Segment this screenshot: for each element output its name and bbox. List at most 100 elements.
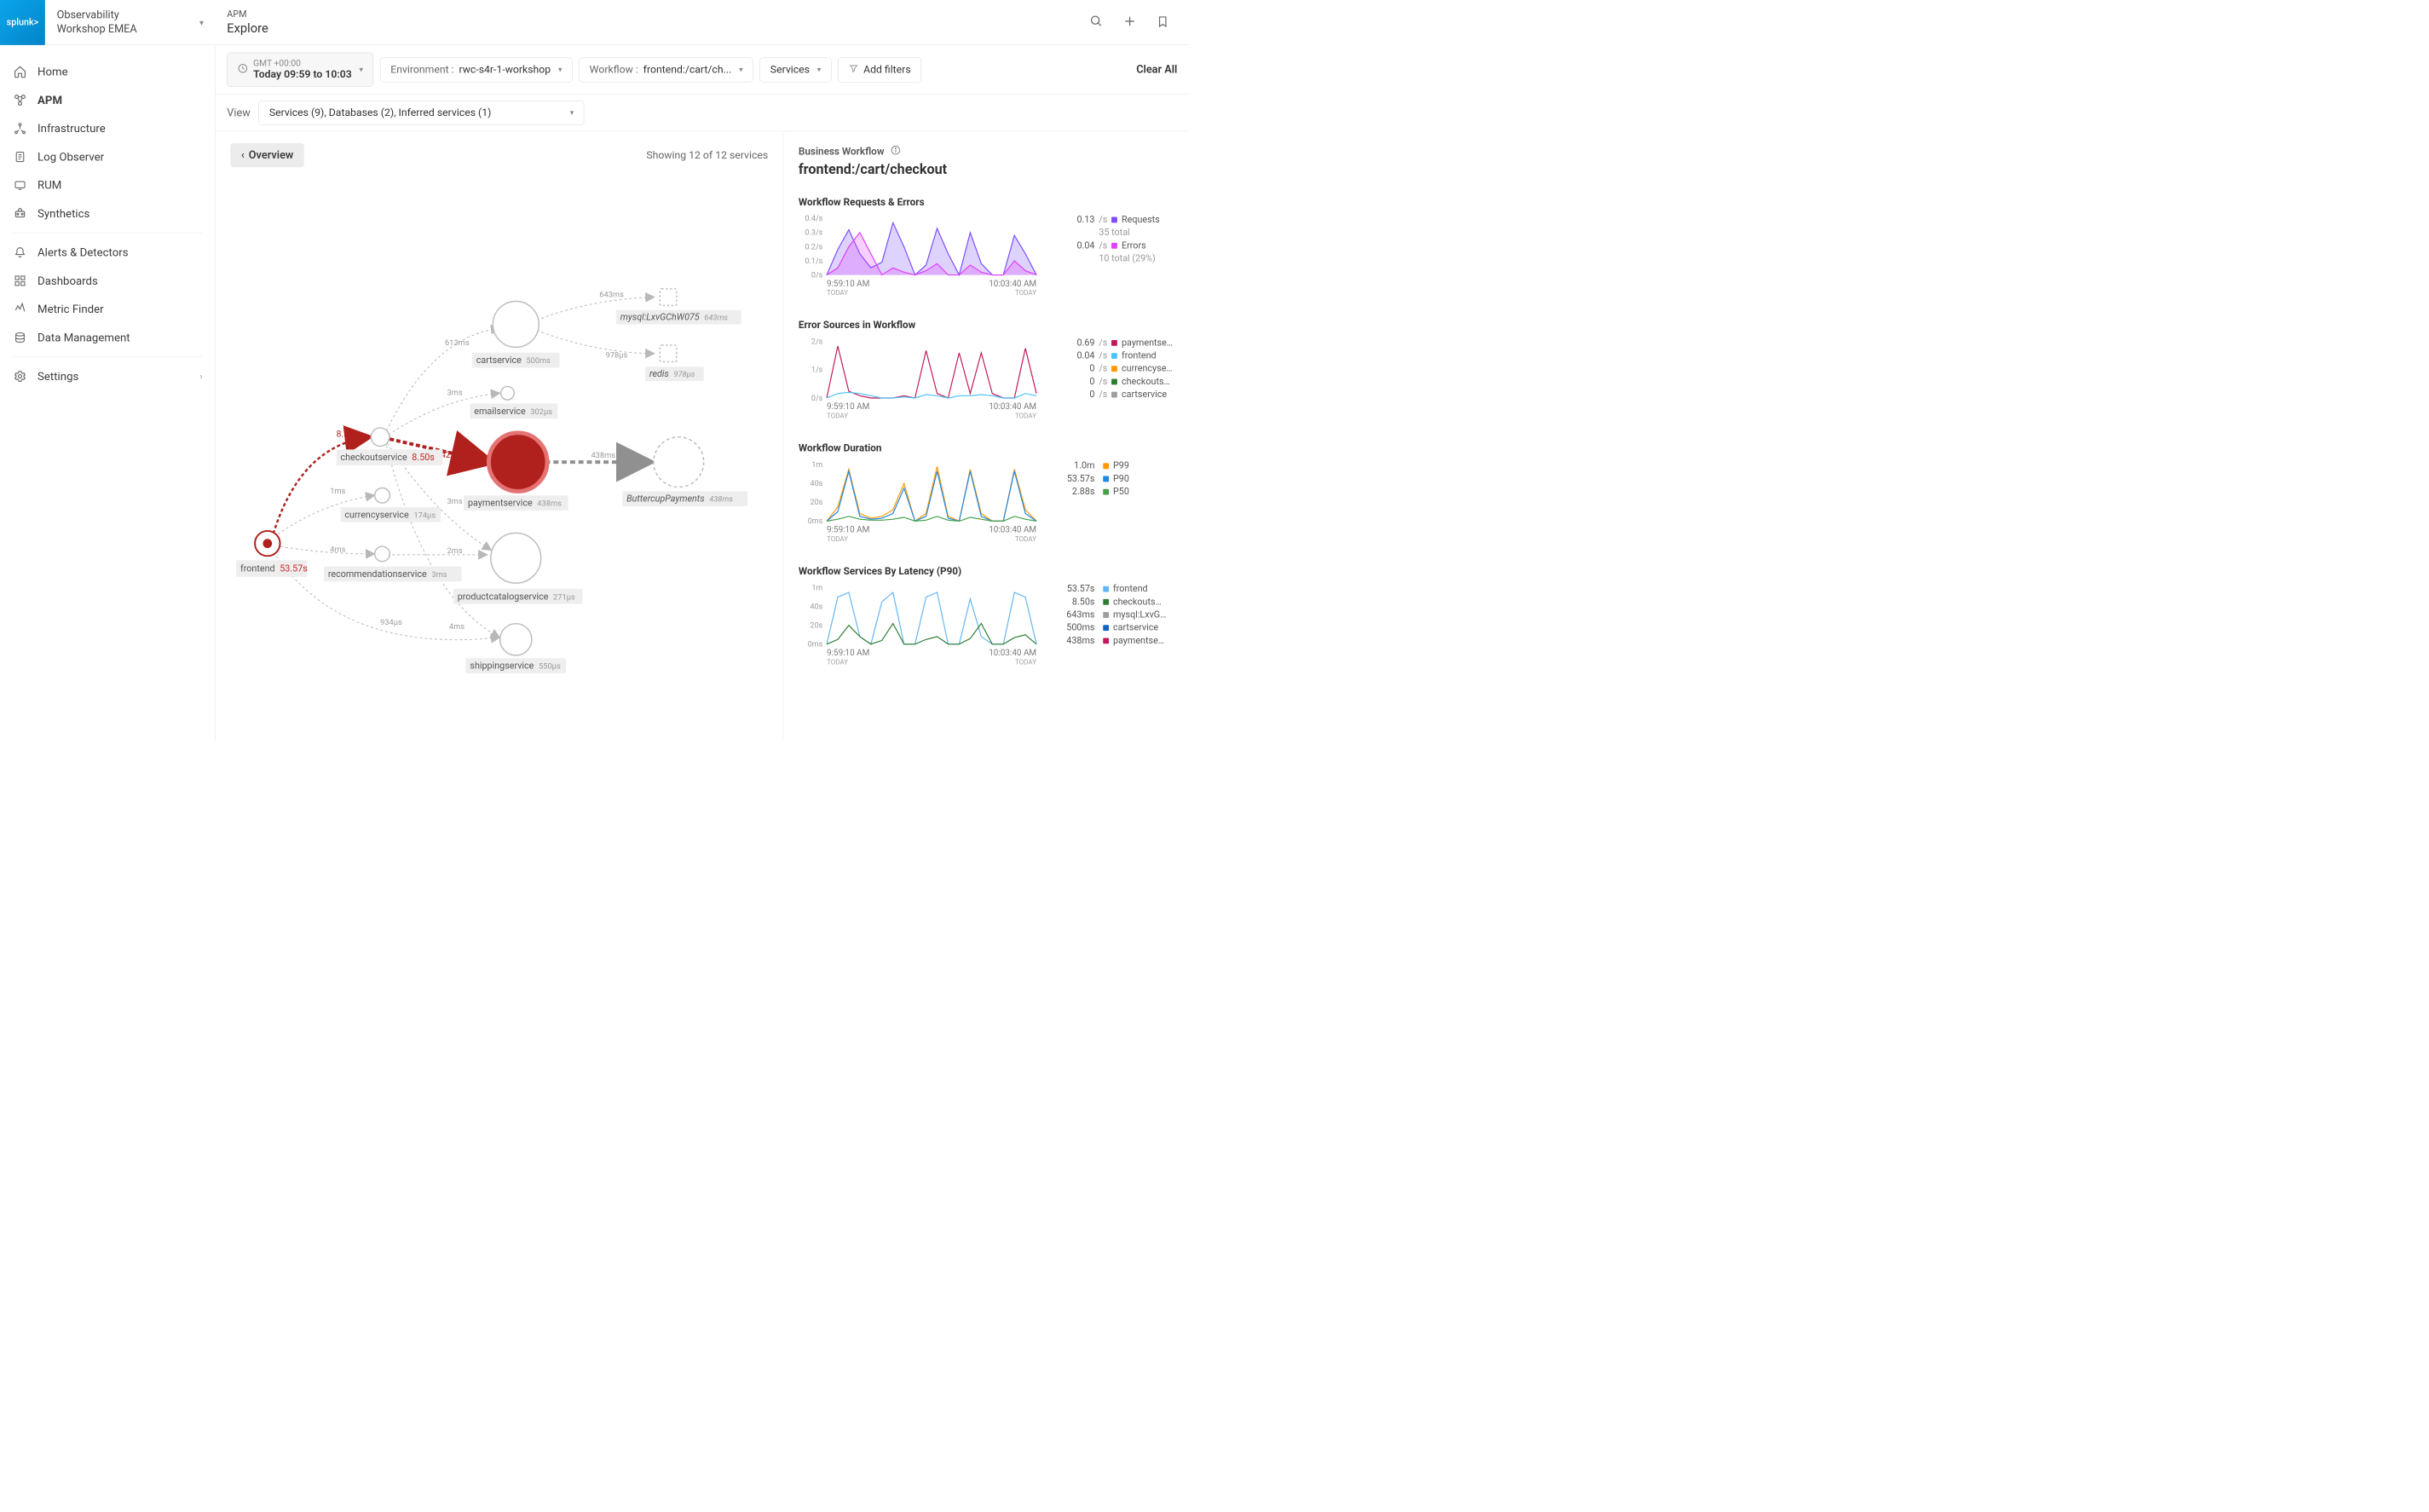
svg-text:frontend 53.57s: frontend 53.57s — [240, 563, 308, 574]
search-icon[interactable] — [1090, 14, 1104, 31]
svg-text:425ms: 425ms — [441, 449, 468, 460]
svg-text:0.2/s: 0.2/s — [805, 243, 822, 251]
sidebar-item-log-observer[interactable]: Log Observer — [0, 142, 215, 170]
chart-title: Workflow Duration — [799, 442, 1174, 454]
svg-text:ButtercupPayments 438ms: ButtercupPayments 438ms — [626, 493, 733, 505]
log-icon — [13, 149, 28, 164]
legend-item: 0.04/sfrontend — [1049, 350, 1174, 361]
chevron-down-icon: ▾ — [817, 66, 821, 74]
dash-icon — [13, 274, 28, 289]
sidebar-item-synthetics[interactable]: Synthetics — [0, 199, 215, 228]
workspace-switcher[interactable]: Observability Workshop EMEA ▾ — [45, 9, 216, 37]
sidebar-item-rum[interactable]: RUM — [0, 171, 215, 199]
service-map-pane: ‹ Overview Showing 12 of 12 services — [216, 131, 784, 740]
chevron-left-icon: ‹ — [241, 149, 245, 162]
legend-item: 0/scheckouts… — [1049, 377, 1174, 387]
svg-text:TODAY: TODAY — [1015, 289, 1036, 297]
metric-icon — [13, 302, 28, 317]
svg-text:TODAY: TODAY — [827, 658, 848, 666]
chart-legend: 0.13/sRequests35 total0.04/sErrors10 tot… — [1049, 215, 1174, 301]
sidebar-item-home[interactable]: Home — [0, 58, 215, 86]
legend-item: 53.57sfrontend — [1049, 584, 1174, 594]
sidebar-item-label: Home — [38, 65, 68, 78]
plus-icon[interactable] — [1123, 14, 1137, 31]
svg-text:3ms: 3ms — [447, 497, 462, 506]
info-icon[interactable] — [890, 145, 901, 159]
apm-icon — [13, 93, 28, 108]
sidebar-item-apm[interactable]: APM — [0, 86, 215, 114]
sidebar-item-label: Log Observer — [38, 150, 104, 164]
filter-services[interactable]: Services ▾ — [760, 57, 832, 82]
clear-all-button[interactable]: Clear All — [1136, 63, 1177, 76]
svg-text:TODAY: TODAY — [1015, 535, 1036, 543]
svg-text:10:03:40 AM: 10:03:40 AM — [989, 649, 1036, 658]
sidebar-item-label: Data Management — [38, 331, 130, 344]
sidebar-item-alerts-detectors[interactable]: Alerts & Detectors — [0, 239, 215, 267]
svg-text:10:03:40 AM: 10:03:40 AM — [989, 280, 1036, 289]
svg-text:TODAY: TODAY — [1015, 658, 1036, 666]
view-selector[interactable]: Services (9), Databases (2), Inferred se… — [259, 101, 585, 125]
rum-icon — [13, 178, 28, 193]
filter-environment[interactable]: Environment : rwc-s4r-1-workshop ▾ — [380, 57, 573, 82]
svg-text:TODAY: TODAY — [827, 535, 848, 543]
showing-count: Showing 12 of 12 services — [646, 149, 768, 161]
alert-icon — [13, 245, 28, 260]
svg-text:9:59:10 AM: 9:59:10 AM — [827, 649, 869, 658]
chart-legend: 0.69/spaymentse… 0.04/sfrontend 0/scurrenc… — [1049, 338, 1174, 424]
filter-workflow[interactable]: Workflow : frontend:/cart/ch... ▾ — [579, 57, 753, 82]
chart-title: Workflow Services By Latency (P90) — [799, 565, 1174, 577]
chart-svg[interactable]: 1m40s20s0ms9:59:10 AMTODAY10:03:40 AMTOD… — [799, 460, 1041, 545]
clock-icon — [238, 63, 249, 77]
svg-text:0.1/s: 0.1/s — [805, 257, 822, 266]
overview-button[interactable]: ‹ Overview — [230, 143, 304, 167]
chevron-down-icon: ▾ — [739, 66, 742, 74]
svg-text:3ms: 3ms — [447, 389, 462, 398]
svg-text:currencyservice 174µs: currencyservice 174µs — [344, 509, 436, 520]
breadcrumb: APM Explore — [216, 9, 1090, 36]
sidebar-item-dashboards[interactable]: Dashboards — [0, 267, 215, 295]
chart-legend: 1.0mP9953.57sP902.88sP50 — [1049, 460, 1174, 546]
sidebar-item-data-management[interactable]: Data Management — [0, 323, 215, 351]
breadcrumb-section: APM — [227, 9, 1078, 20]
time-range-picker[interactable]: GMT +00:00 Today 09:59 to 10:03 ▾ — [227, 53, 373, 87]
svg-text:20s: 20s — [811, 499, 823, 507]
svg-text:0/s: 0/s — [811, 271, 823, 280]
right-panel: Business Workflow frontend:/cart/checkou… — [783, 131, 1189, 740]
legend-item: 0/scurrencyse… — [1049, 363, 1174, 373]
chart-1: Error Sources in Workflow2/s1/s0/s9:59:1… — [799, 320, 1174, 424]
svg-text:0ms: 0ms — [808, 641, 823, 649]
sidebar-item-metric-finder[interactable]: Metric Finder — [0, 295, 215, 323]
svg-text:emailservice 302µs: emailservice 302µs — [474, 406, 552, 417]
add-filters-button[interactable]: Add filters — [838, 57, 921, 83]
chart-0: Workflow Requests & Errors0.4/s0.3/s0.2/… — [799, 196, 1174, 301]
sidebar-item-label: Alerts & Detectors — [38, 245, 129, 259]
service-map-svg[interactable]: 8.50s 1ms 4ms 934µs 613ms — [216, 167, 783, 740]
svg-text:mysql:LxvGChW075 643ms: mysql:LxvGChW075 643ms — [620, 312, 729, 323]
svg-text:0.4/s: 0.4/s — [805, 215, 822, 223]
svg-text:1ms: 1ms — [330, 487, 345, 496]
workspace-name: Observability Workshop EMEA — [57, 9, 137, 37]
chevron-down-icon: ▾ — [199, 17, 204, 27]
logo: splunk> — [0, 0, 45, 45]
chevron-down-icon: ▾ — [570, 108, 574, 117]
chart-svg[interactable]: 1m40s20s0ms9:59:10 AMTODAY10:03:40 AMTOD… — [799, 584, 1041, 668]
svg-text:paymentservice 438ms: paymentservice 438ms — [468, 498, 562, 509]
svg-text:0ms: 0ms — [808, 517, 823, 526]
sidebar-item-label: Settings — [38, 370, 78, 384]
sidebar-item-label: Dashboards — [38, 274, 98, 288]
legend-item: 8.50scheckouts… — [1049, 597, 1174, 607]
svg-text:1/s: 1/s — [811, 366, 823, 375]
svg-text:2ms: 2ms — [447, 546, 462, 556]
sidebar-item-settings[interactable]: Settings › — [0, 362, 215, 390]
legend-item: 0.13/sRequests — [1049, 215, 1174, 225]
svg-text:20s: 20s — [811, 622, 823, 631]
chart-svg[interactable]: 2/s1/s0/s9:59:10 AMTODAY10:03:40 AMTODAY — [799, 338, 1041, 422]
legend-subtext: 10 total (29%) — [1099, 253, 1174, 263]
legend-item: 0.69/spaymentse… — [1049, 338, 1174, 348]
legend-item: 0.04/sErrors — [1049, 240, 1174, 251]
chart-svg[interactable]: 0.4/s0.3/s0.2/s0.1/s0/s9:59:10 AMTODAY10… — [799, 215, 1041, 299]
sidebar-item-infrastructure[interactable]: Infrastructure — [0, 114, 215, 142]
bookmark-icon[interactable] — [1157, 14, 1169, 31]
svg-text:10:03:40 AM: 10:03:40 AM — [989, 526, 1036, 535]
svg-text:TODAY: TODAY — [827, 413, 848, 420]
